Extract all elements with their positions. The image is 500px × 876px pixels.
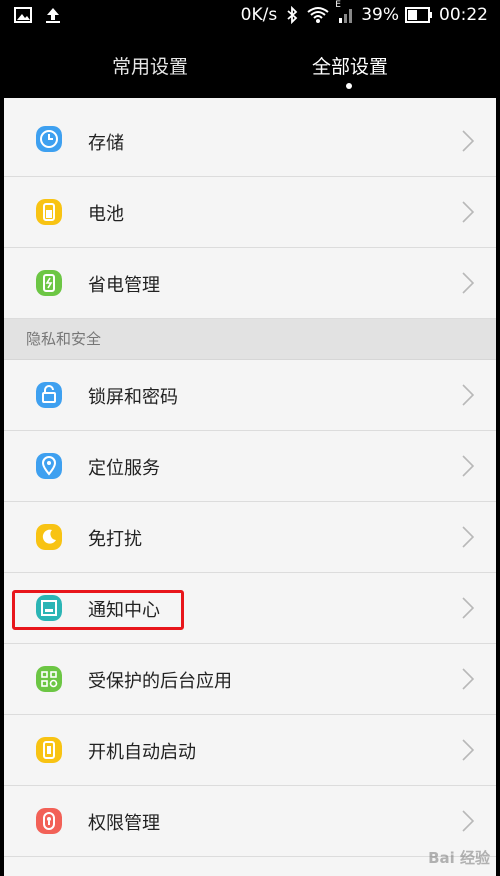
active-tab-indicator <box>346 83 352 89</box>
bluetooth-icon <box>287 6 298 24</box>
settings-list[interactable]: 存储 电池 省电管理 隐私和安全 锁屏和密码 定位服务 免打扰 通知中心 受保护… <box>4 98 496 876</box>
settings-item-label: 通知中心 <box>88 600 160 621</box>
tab-all-settings[interactable]: 全部设置 <box>312 52 388 79</box>
settings-item-power-saving[interactable]: 省电管理 <box>4 248 496 319</box>
chevron-right-icon <box>462 597 474 619</box>
protected-apps-icon <box>36 666 62 692</box>
settings-item-protected-apps[interactable]: 受保护的后台应用 <box>4 644 496 715</box>
settings-item-label: 锁屏和密码 <box>88 387 178 408</box>
wifi-icon <box>307 7 329 23</box>
chevron-right-icon <box>462 526 474 548</box>
settings-item-label: 省电管理 <box>88 275 160 296</box>
chevron-right-icon <box>462 201 474 223</box>
clock: 00:22 <box>439 5 488 25</box>
settings-item-lock-screen[interactable]: 锁屏和密码 <box>4 360 496 431</box>
location-icon <box>36 453 62 479</box>
chevron-right-icon <box>462 739 474 761</box>
battery-status-icon <box>405 7 432 23</box>
section-header-privacy: 隐私和安全 <box>4 319 496 360</box>
settings-item-label: 电池 <box>88 204 124 225</box>
battery-icon <box>36 199 62 225</box>
autostart-icon <box>36 737 62 763</box>
moon-icon <box>36 524 62 550</box>
settings-item-permissions[interactable]: 权限管理 <box>4 786 496 857</box>
cell-signal-icon: E <box>335 0 355 24</box>
chevron-right-icon <box>462 384 474 406</box>
settings-item-notification-center[interactable]: 通知中心 <box>4 573 496 644</box>
settings-item-label: 免打扰 <box>88 529 142 550</box>
lock-icon <box>36 382 62 408</box>
upload-icon <box>46 8 60 23</box>
tab-common-settings[interactable]: 常用设置 <box>112 52 188 79</box>
settings-item-do-not-disturb[interactable]: 免打扰 <box>4 502 496 573</box>
chevron-right-icon <box>462 455 474 477</box>
chevron-right-icon <box>462 810 474 832</box>
settings-tabs: 常用设置 全部设置 <box>0 32 500 98</box>
permission-icon <box>36 808 62 834</box>
settings-item-battery[interactable]: 电池 <box>4 177 496 248</box>
settings-item-label: 权限管理 <box>88 813 160 834</box>
settings-item-label: 存储 <box>88 133 124 154</box>
power-saving-icon <box>36 270 62 296</box>
watermark-logo: Bai 经验 <box>428 849 490 867</box>
storage-icon <box>36 126 62 152</box>
chevron-right-icon <box>462 130 474 152</box>
battery-percent: 39% <box>361 5 399 25</box>
status-bar: 0K/s E 39% 00:22 <box>0 0 500 32</box>
settings-item-label: 定位服务 <box>88 458 160 479</box>
settings-item-autostart[interactable]: 开机自动启动 <box>4 715 496 786</box>
settings-item-location[interactable]: 定位服务 <box>4 431 496 502</box>
network-speed: 0K/s <box>240 5 278 25</box>
chevron-right-icon <box>462 272 474 294</box>
settings-item-label: 开机自动启动 <box>88 742 196 763</box>
settings-item-storage[interactable]: 存储 <box>4 98 496 177</box>
chevron-right-icon <box>462 668 474 690</box>
gallery-icon <box>14 7 32 23</box>
settings-item-label: 受保护的后台应用 <box>88 671 232 692</box>
notification-icon <box>36 595 62 621</box>
